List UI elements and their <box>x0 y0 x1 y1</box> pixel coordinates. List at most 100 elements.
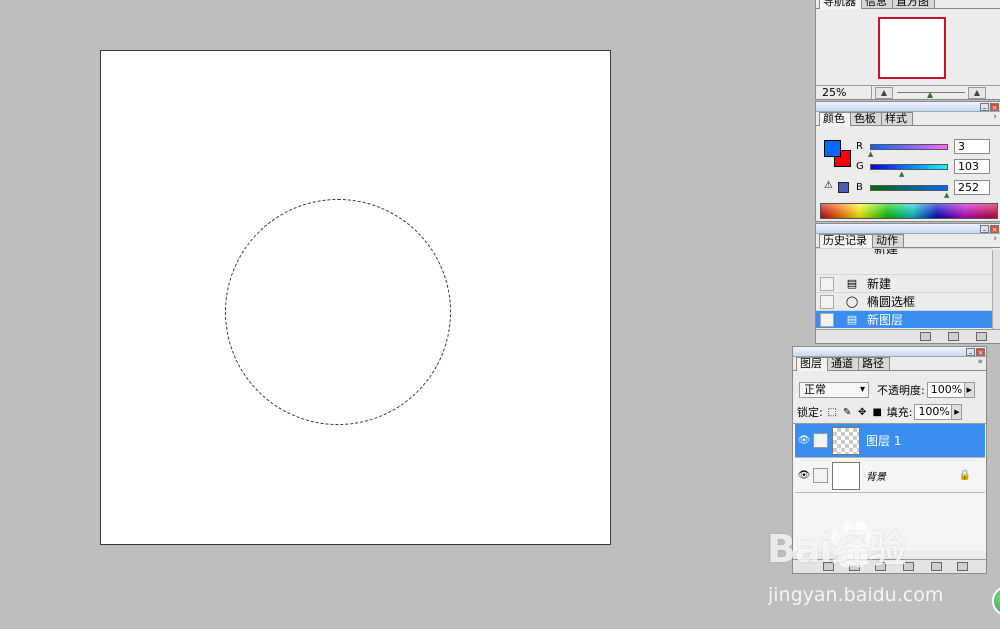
history-tabs: 历史记录 动作 › <box>816 234 1000 248</box>
new-document-from-state-icon[interactable] <box>920 332 931 341</box>
channel-g-slider[interactable]: ▲ <box>870 163 948 178</box>
lock-all-icon[interactable]: ■ <box>872 407 883 418</box>
tab-info[interactable]: 信息 <box>861 0 893 8</box>
tab-styles[interactable]: 样式 <box>881 112 913 125</box>
foreground-color-swatch[interactable] <box>824 140 841 157</box>
layer-name[interactable]: 背景 <box>866 468 886 483</box>
elliptical-selection[interactable] <box>225 199 451 425</box>
channel-g-row: G ▲ 103 <box>856 159 990 178</box>
zoom-out-button[interactable]: ▲ <box>875 86 893 99</box>
tab-navigator[interactable]: 导航器 <box>819 0 862 9</box>
baidu-watermark-url: jingyan.baidu.com <box>768 584 944 606</box>
tab-actions[interactable]: 动作 <box>872 234 904 247</box>
channel-b-label: B <box>856 182 863 193</box>
blend-row: 正常 不透明度: 100% ▶ <box>799 382 975 398</box>
opacity-arrow-icon[interactable]: ▶ <box>964 382 975 398</box>
minimize-icon[interactable]: – <box>980 225 989 234</box>
history-checkbox[interactable] <box>820 312 834 327</box>
history-panel: – × 历史记录 动作 › 新建 ▤ 新建 ◯ 椭圆选框 ▤ 新图层 <box>815 223 1000 344</box>
history-checkbox[interactable] <box>820 294 834 309</box>
navigator-panel: 导航器 信息 直方图 25% ▲ ▲ ▲ <box>815 0 1000 100</box>
navigator-preview[interactable] <box>878 17 946 79</box>
opacity-label: 不透明度: <box>877 384 925 397</box>
layer-thumbnail <box>832 461 860 490</box>
history-item-label: 新建 <box>867 277 892 291</box>
eye-icon[interactable]: 👁 <box>795 470 813 481</box>
history-item-label: 椭圆选框 <box>867 295 916 309</box>
minimize-icon[interactable]: – <box>980 103 989 112</box>
channel-r-thumb[interactable]: ▲ <box>868 150 873 158</box>
channel-r-row: R ▲ 3 <box>856 139 990 158</box>
brush-link-icon[interactable]: ✎ <box>813 433 828 448</box>
tab-color[interactable]: 颜色 <box>819 112 851 126</box>
gamut-color-swatch[interactable] <box>838 182 849 193</box>
new-layer-icon[interactable] <box>931 562 942 571</box>
history-item-new-layer[interactable]: ▤ 新图层 <box>816 310 992 328</box>
history-scrollbar[interactable] <box>992 250 1000 330</box>
panel-menu-icon[interactable]: » <box>977 357 983 367</box>
minimize-icon[interactable]: – <box>966 348 975 357</box>
channel-b-row: B ▲ 252 <box>856 180 990 199</box>
color-tabs: 颜色 色板 样式 › <box>816 112 1000 126</box>
close-icon[interactable]: × <box>976 348 985 357</box>
history-button-bar <box>816 329 1000 343</box>
channel-g-input[interactable]: 103 <box>954 159 990 174</box>
blend-mode-select[interactable]: 正常 <box>799 382 869 398</box>
layer-row-background[interactable]: 👁 背景 🔒 <box>795 459 985 493</box>
green-badge-icon <box>992 586 1000 616</box>
history-checkbox[interactable] <box>820 276 834 291</box>
close-icon[interactable]: × <box>990 103 999 112</box>
tab-histogram[interactable]: 直方图 <box>892 0 935 8</box>
history-snapshot-item[interactable]: 新建 <box>816 248 992 260</box>
layer-name[interactable]: 图层 1 <box>866 432 901 449</box>
baidu-watermark: Bai经验 <box>767 527 907 571</box>
channel-b-thumb[interactable]: ▲ <box>944 191 949 199</box>
channel-b-input[interactable]: 252 <box>954 180 990 195</box>
history-item-label: 新图层 <box>867 313 904 327</box>
lock-paint-icon[interactable]: ✎ <box>842 407 853 418</box>
panel-menu-icon[interactable]: › <box>993 112 997 122</box>
tab-swatches[interactable]: 色板 <box>850 112 882 125</box>
link-box[interactable] <box>813 468 828 483</box>
layer-thumbnail <box>832 426 860 455</box>
channel-b-slider[interactable]: ▲ <box>870 184 949 199</box>
color-panel: – × 颜色 色板 样式 › ⚠ R ▲ 3 G ▲ 103 B ▲ 252 <box>815 101 1000 222</box>
tab-channels[interactable]: 通道 <box>827 357 859 370</box>
lock-label: 锁定: <box>797 406 823 419</box>
fill-arrow-icon[interactable]: ▶ <box>952 404 963 420</box>
history-item-new[interactable]: ▤ 新建 <box>816 274 992 292</box>
zoom-in-button[interactable]: ▲ <box>968 86 986 99</box>
fill-label: 填充: <box>886 406 913 419</box>
ellipse-marquee-icon: ◯ <box>845 295 859 308</box>
gamut-warning-icon[interactable]: ⚠ <box>824 180 833 191</box>
navigator-tabs: 导航器 信息 直方图 <box>816 0 1000 9</box>
channel-r-input[interactable]: 3 <box>954 139 990 154</box>
camera-icon[interactable] <box>948 332 959 341</box>
layer-row-layer1[interactable]: 👁 ✎ 图层 1 <box>795 424 985 458</box>
channel-g-label: G <box>856 161 864 172</box>
lock-transparency-icon[interactable]: ⬚ <box>827 407 838 418</box>
tab-layers[interactable]: 图层 <box>796 357 828 371</box>
zoom-value[interactable]: 25% <box>816 86 872 99</box>
color-spectrum-ramp[interactable] <box>820 203 998 219</box>
close-icon[interactable]: × <box>990 225 999 234</box>
document-canvas[interactable] <box>100 50 611 545</box>
channel-r-slider[interactable]: ▲ <box>868 143 948 158</box>
channel-g-thumb[interactable]: ▲ <box>899 170 904 178</box>
document-icon: ▤ <box>846 277 858 290</box>
zoom-slider-thumb[interactable]: ▲ <box>927 90 933 99</box>
zoom-slider[interactable]: ▲ <box>897 87 965 99</box>
history-item-ellipse-marquee[interactable]: ◯ 椭圆选框 <box>816 292 992 310</box>
layers-panel-titlebar: – × <box>793 347 986 357</box>
navigator-zoom-bar: 25% ▲ ▲ ▲ <box>816 85 1000 99</box>
trash-icon[interactable] <box>976 332 987 341</box>
lock-move-icon[interactable]: ✥ <box>857 407 868 418</box>
opacity-input[interactable]: 100% <box>926 382 965 398</box>
tab-history[interactable]: 历史记录 <box>819 234 873 248</box>
eye-icon[interactable]: 👁 <box>795 435 813 446</box>
color-panel-titlebar: – × <box>816 102 1000 112</box>
fill-input[interactable]: 100% <box>914 404 953 420</box>
panel-menu-icon[interactable]: › <box>993 234 997 244</box>
trash-icon[interactable] <box>957 562 968 571</box>
tab-paths[interactable]: 路径 <box>858 357 890 370</box>
